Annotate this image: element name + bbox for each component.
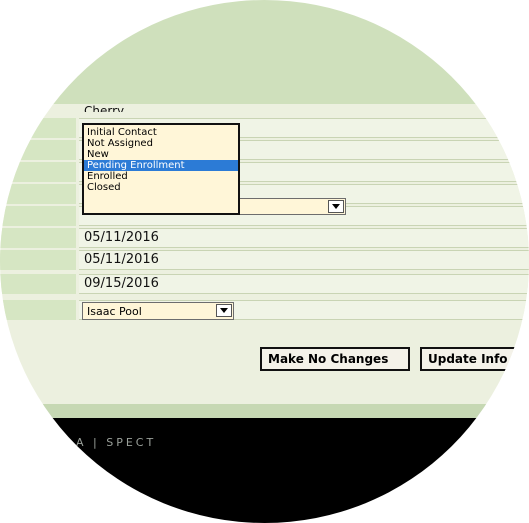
assignee-select[interactable]: Isaac Pool <box>82 302 234 320</box>
header-band <box>0 0 529 104</box>
date-value: 05/11/2016 <box>84 252 159 267</box>
date-value: 09/15/2016 <box>84 276 159 291</box>
dropdown-option[interactable]: Enrolled <box>84 171 238 182</box>
update-info-button[interactable]: Update Info <box>420 347 529 371</box>
field-label-cell <box>0 206 76 226</box>
field-label-cell <box>0 140 76 160</box>
form-row <box>0 140 529 160</box>
chevron-down-icon[interactable] <box>328 200 344 213</box>
field-label-cell <box>0 118 76 138</box>
dropdown-option-highlighted[interactable]: Pending Enrollment <box>84 160 238 171</box>
field-label-cell <box>0 250 76 270</box>
chevron-down-icon[interactable] <box>216 304 232 317</box>
date-value: 05/11/2016 <box>84 230 159 245</box>
footer <box>0 418 529 523</box>
field-label-cell <box>0 274 76 294</box>
footer-band <box>0 404 529 418</box>
field-label-cell <box>0 228 76 248</box>
footer-text: A | SPECT <box>76 436 157 449</box>
form-row <box>0 118 529 138</box>
field-label-cell <box>0 300 76 320</box>
form-row <box>0 162 529 182</box>
form-row <box>0 300 529 320</box>
screenshot-viewport: Cherry 05/11/2016 05/11/2016 09/15/2016 <box>0 0 529 523</box>
form-row <box>0 250 529 270</box>
dropdown-option[interactable]: Not Assigned <box>84 138 238 149</box>
name-value: Cherry <box>84 104 125 112</box>
form-row <box>0 274 529 294</box>
assignee-select-value: Isaac Pool <box>87 305 142 318</box>
dropdown-option[interactable]: New <box>84 149 238 160</box>
make-no-changes-button[interactable]: Make No Changes <box>260 347 410 371</box>
dropdown-option[interactable]: Initial Contact <box>84 127 238 138</box>
dropdown-option[interactable]: Closed <box>84 182 238 193</box>
status-dropdown-list[interactable]: Initial Contact Not Assigned New Pending… <box>82 123 240 215</box>
field-label-cell <box>0 162 76 182</box>
field-label-cell <box>0 184 76 204</box>
form-row <box>0 228 529 248</box>
